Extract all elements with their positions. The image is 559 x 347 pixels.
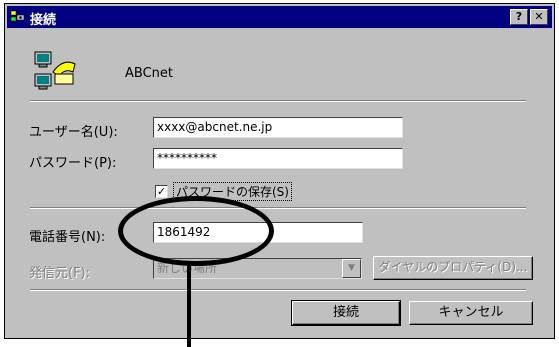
dial-from-label: 発信元(F): [29,266,91,281]
highlight-ellipse [118,196,274,266]
help-button[interactable]: ? [510,9,528,25]
dialing-properties-button[interactable]: ダイヤルのプロパティ(D)... [373,256,533,280]
cancel-button[interactable]: キャンセル [409,301,533,325]
dialup-connection-icon [34,51,76,90]
username-label: ユーザー名(U): [29,125,118,140]
password-label: パスワード(P): [29,156,117,171]
connection-icon [11,10,25,22]
separator [30,289,526,291]
pointer-line [187,264,191,347]
separator [30,100,526,102]
separator [30,207,526,209]
chevron-down-icon[interactable]: ▼ [342,259,361,278]
password-field[interactable]: ********** [153,148,403,169]
close-button[interactable]: ✕ [530,9,548,25]
connect-dialog: 接続 ? ✕ ABCnet ユーザー名(U): xxxx@abcnet.ne.j… [4,3,555,339]
connect-button[interactable]: 接続 [291,300,401,326]
connection-name: ABCnet [125,66,173,81]
phone-number-label: 電話番号(N): [29,230,106,245]
username-field[interactable]: xxxx@abcnet.ne.jp [153,117,403,138]
window-title: 接続 [30,13,57,28]
title-bar[interactable]: 接続 ? ✕ [7,6,552,28]
save-password-checkbox[interactable]: ✓ [155,185,168,198]
